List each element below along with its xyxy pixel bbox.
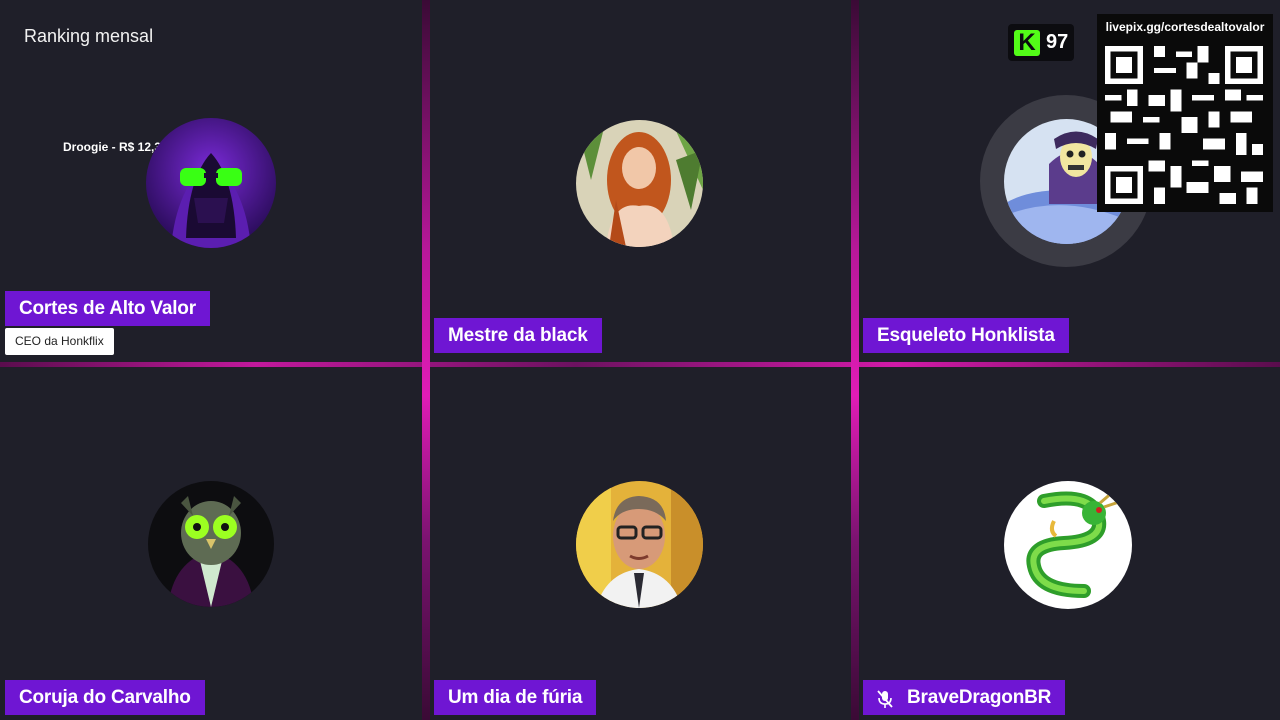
viewer-count: 97 xyxy=(1046,31,1069,53)
participant-name-6: BraveDragonBR xyxy=(907,687,1052,708)
ranking-title: Ranking mensal xyxy=(24,26,154,46)
grid-divider-horizontal xyxy=(0,362,1280,367)
avatar-um-dia-de-furia xyxy=(576,481,703,608)
participant-name-2: Mestre da black xyxy=(434,318,602,353)
participant-name-3: Esqueleto Honklista xyxy=(863,318,1069,353)
participant-subtitle-1: CEO da Honkflix xyxy=(5,328,114,355)
participant-name-1: Cortes de Alto Valor xyxy=(5,291,210,326)
avatar-coruja-do-carvalho xyxy=(148,481,274,607)
avatar-mestre-da-black xyxy=(576,120,703,247)
participant-name-tag-6: BraveDragonBR xyxy=(863,680,1066,715)
participant-name-5: Um dia de fúria xyxy=(434,680,597,715)
donation-alert: Droogie - R$ 12,34 xyxy=(63,140,168,154)
avatar-cortes-de-alto-valor xyxy=(146,118,276,248)
livepix-url: livepix.gg/cortesdealtovalor xyxy=(1105,20,1265,34)
avatar-bravedragonbr xyxy=(1004,481,1132,609)
participant-name-4: Coruja do Carvalho xyxy=(5,680,205,715)
livepix-qr-panel: livepix.gg/cortesdealtovalor xyxy=(1097,14,1273,212)
qr-code-icon xyxy=(1105,46,1263,204)
kick-viewer-badge: K 97 xyxy=(1008,24,1074,61)
kick-logo-icon: K xyxy=(1014,29,1040,56)
grid-divider-vertical-right xyxy=(851,0,859,720)
mic-muted-icon xyxy=(877,686,893,708)
grid-divider-vertical-left xyxy=(422,0,430,720)
